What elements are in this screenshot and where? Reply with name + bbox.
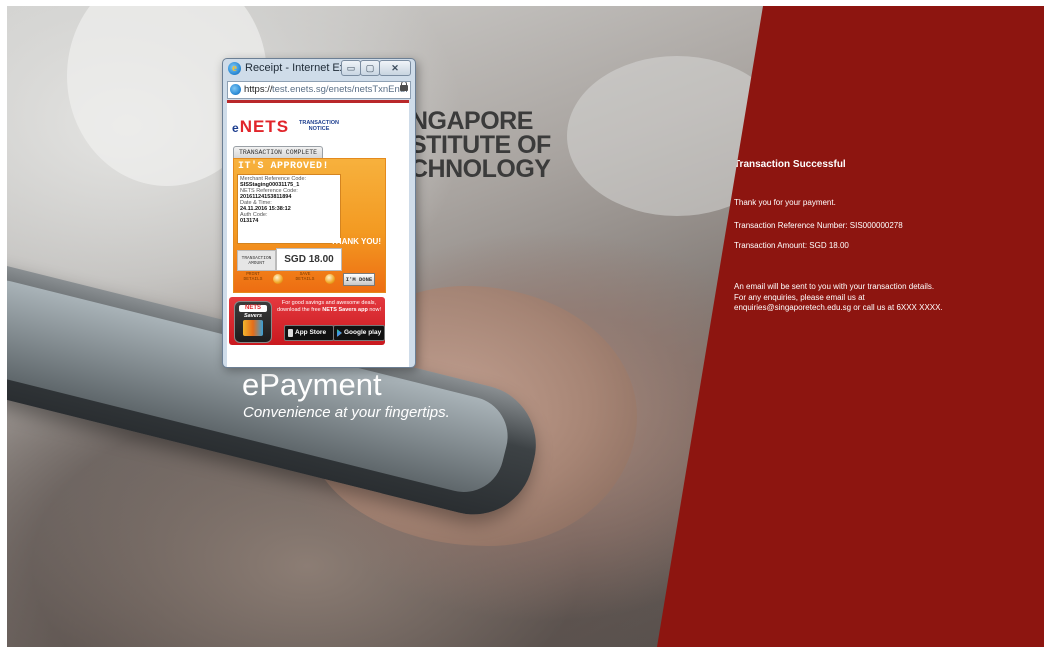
lock-icon[interactable] — [400, 82, 408, 91]
arrow-icon — [325, 274, 335, 284]
arrow-icon — [273, 274, 283, 284]
done-button[interactable]: I'M DONE — [343, 273, 375, 286]
shopping-bag-icon — [243, 320, 263, 336]
reference-text: Transaction Reference Number: SIS0000002… — [734, 221, 903, 230]
print-details-button[interactable]: PRINT DETAILS — [237, 272, 283, 286]
nets-savers-app-icon: NETS Savers — [234, 301, 272, 343]
enets-logo: eNETS — [232, 117, 290, 136]
thanks-text: Thank you for your payment. — [734, 198, 836, 207]
address-bar[interactable]: https:// test.enets.sg/enets/netsTxnEndI — [227, 81, 411, 99]
save-details-label: SAVE DETAILS — [295, 272, 315, 282]
approved-box: IT'S APPROVED! Merchant Reference Code: … — [233, 158, 386, 293]
detail-value: 013174 — [240, 218, 259, 224]
address-protocol: https:// — [244, 84, 273, 95]
amount-text: Transaction Amount: SGD 18.00 — [734, 241, 849, 250]
popup-titlebar[interactable]: e Receipt - Internet Expl... ▭ ▢ ✕ — [223, 59, 415, 79]
confirmation-heading: Transaction Successful — [734, 159, 846, 170]
hero-title: ePayment — [242, 367, 382, 402]
email-note: An email will be sent to you with your t… — [734, 282, 943, 312]
receipt-popup-window[interactable]: e Receipt - Internet Expl... ▭ ▢ ✕ https… — [222, 58, 416, 368]
close-button[interactable]: ✕ — [379, 60, 411, 76]
nets-receipt: eNETS TRANSACTION NOTICE TRANSACTION COM… — [227, 100, 409, 367]
save-details-button[interactable]: SAVE DETAILS — [289, 272, 335, 286]
address-url: test.enets.sg/enets/netsTxnEndI — [272, 84, 408, 95]
transaction-details: Merchant Reference Code: SISStaging00031… — [237, 174, 341, 244]
transaction-amount-value: SGD 18.00 — [276, 248, 342, 271]
approved-title: IT'S APPROVED! — [238, 161, 330, 172]
thank-you-text: THANK YOU! — [330, 237, 381, 246]
maximize-button[interactable]: ▢ — [360, 60, 380, 76]
internet-explorer-icon: e — [228, 62, 241, 75]
logo-line: CHNOLOGY — [410, 155, 551, 183]
nets-savers-promo: NETS Savers For good savings and awesome… — [229, 297, 385, 345]
google-play-badge[interactable]: Google play — [333, 325, 385, 341]
transaction-notice-label: TRANSACTION NOTICE — [298, 120, 340, 132]
minimize-button[interactable]: ▭ — [341, 60, 361, 76]
transaction-amount-label: TRANSACTION AMOUNT — [237, 250, 276, 271]
promo-text: For good savings and awesome deals, down… — [277, 300, 381, 313]
print-details-label: PRINT DETAILS — [243, 272, 263, 282]
internet-explorer-icon — [230, 84, 241, 95]
hero-tagline: Convenience at your fingertips. — [243, 404, 450, 421]
app-store-badge[interactable]: App Store — [284, 325, 334, 341]
